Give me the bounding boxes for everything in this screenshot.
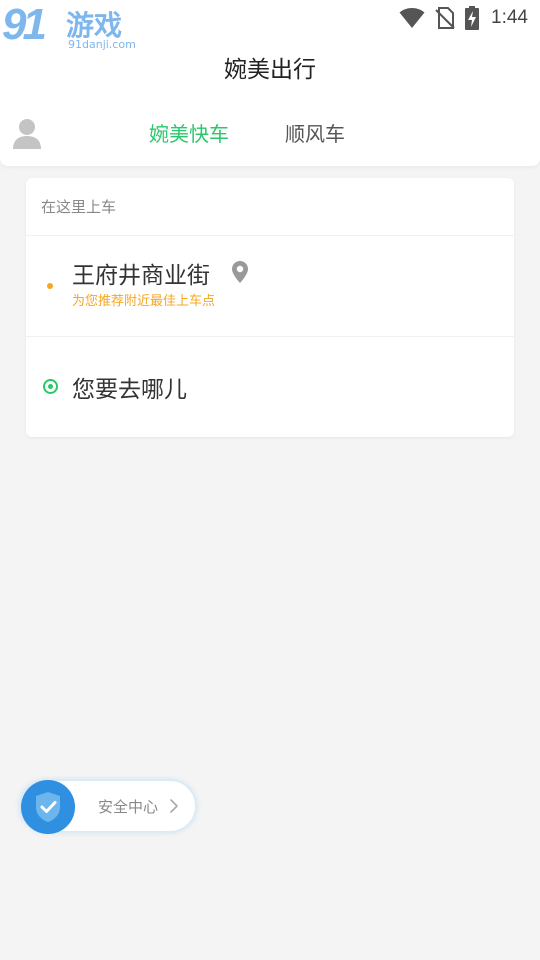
pickup-hint: 在这里上车 [41,198,117,216]
status-time: 1:44 [491,7,528,28]
divider [26,235,514,236]
pickup-dot-icon [47,283,53,289]
divider [26,336,514,337]
location-pin-icon[interactable] [231,260,249,284]
pickup-location[interactable]: 王府井商业街 [72,256,210,290]
header: 91 游戏 91danji.com 1:44 婉美出行 婉美快车 顺风车 [0,0,540,166]
safety-center-button[interactable]: 安全中心 [20,780,196,834]
user-avatar-icon[interactable] [12,118,42,150]
watermark-number: 91 [2,0,47,49]
status-bar: 1:44 [399,4,528,32]
tab-carpool[interactable]: 顺风车 [285,118,345,147]
shield-check-icon [21,780,75,834]
watermark-logo: 91 游戏 91danji.com [2,0,136,54]
no-sim-icon [435,7,455,29]
page-title: 婉美出行 [224,57,316,83]
pickup-recommendation: 为您推荐附近最佳上车点 [72,294,216,309]
safety-center-label: 安全中心 [98,798,159,816]
chevron-right-icon [170,799,178,813]
battery-charging-icon [465,6,480,30]
destination-input[interactable]: 您要去哪儿 [72,370,187,404]
destination-dot-icon [43,379,58,394]
tab-express[interactable]: 婉美快车 [149,118,229,147]
trip-card: 在这里上车 王府井商业街 为您推荐附近最佳上车点 您要去哪儿 [26,178,514,437]
wifi-icon [399,8,425,28]
